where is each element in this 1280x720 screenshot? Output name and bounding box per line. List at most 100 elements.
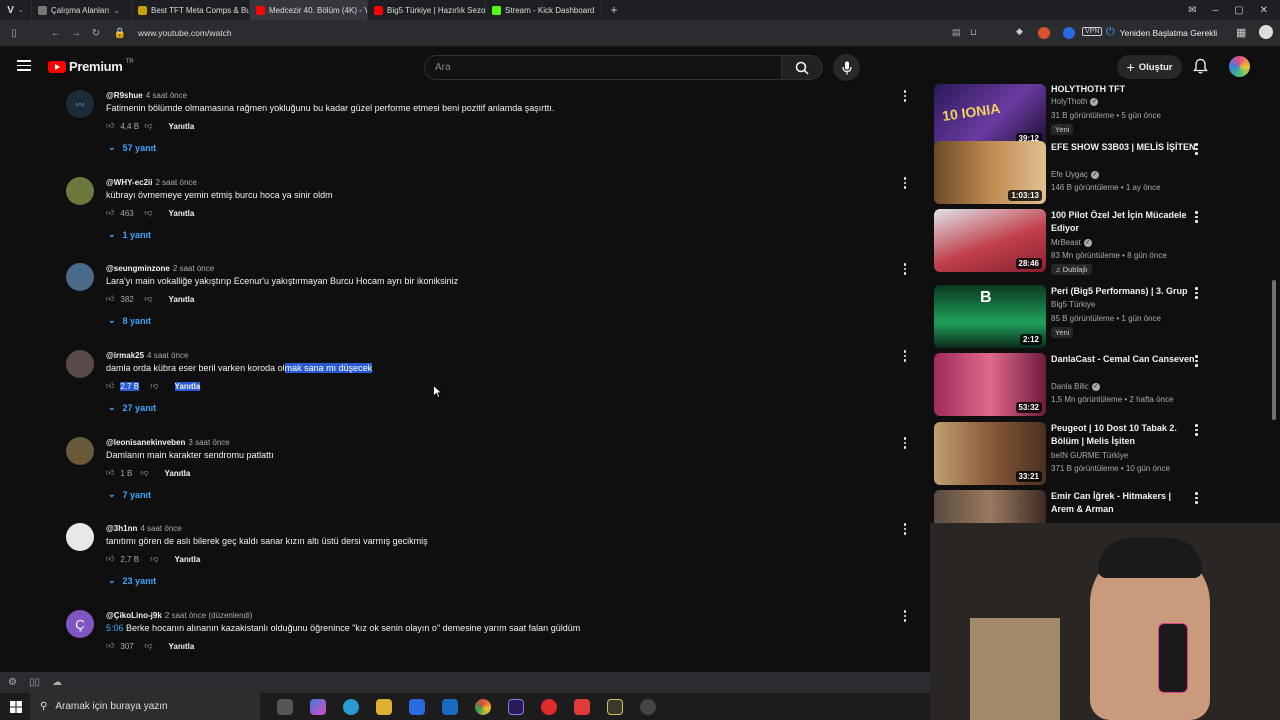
recommended-video[interactable]: 1:03:13 EFE SHOW S3B03 | MELİS İŞİTEN Ef…: [934, 141, 1206, 207]
obs-icon[interactable]: [640, 698, 656, 715]
avatar[interactable]: 〰: [66, 90, 94, 118]
video-thumbnail[interactable]: 10 IONIA 39:12: [934, 84, 1046, 147]
comment-menu-icon[interactable]: [902, 523, 908, 535]
comment-time[interactable]: 4 saat önce: [140, 524, 181, 533]
tab-workspaces[interactable]: Çalışma Alanları ⌄: [32, 0, 132, 20]
show-replies-button[interactable]: ⌄ 23 yanıt: [108, 575, 156, 586]
video-channel[interactable]: MrBeast ✓: [1051, 238, 1092, 247]
calendar-icon[interactable]: ▦: [1236, 26, 1246, 39]
show-replies-button[interactable]: ⌄ 7 yanıt: [108, 489, 151, 500]
video-menu-icon[interactable]: [1195, 211, 1198, 223]
store-icon[interactable]: [409, 698, 425, 715]
search-button[interactable]: [781, 55, 823, 80]
comment-menu-icon[interactable]: [902, 350, 908, 362]
close-icon[interactable]: ✕: [1260, 5, 1268, 16]
reply-button[interactable]: Yanıtla: [169, 122, 195, 131]
timestamp-link[interactable]: 5:06: [106, 623, 124, 633]
video-thumbnail[interactable]: [934, 490, 1046, 523]
dislike-icon[interactable]: 👎︎: [144, 208, 152, 218]
maximize-icon[interactable]: ▢: [1234, 5, 1243, 16]
restart-required-button[interactable]: ⏻ Yeniden Başlatma Gerekli: [1106, 26, 1217, 39]
show-replies-button[interactable]: ⌄ 27 yanıt: [108, 402, 156, 413]
search-input[interactable]: Ara: [424, 55, 782, 80]
app-icon[interactable]: [607, 698, 623, 715]
comment-author[interactable]: @R9shue 4 saat önce: [106, 91, 187, 100]
edge-icon[interactable]: [343, 698, 359, 715]
task-view-icon[interactable]: [277, 698, 293, 715]
extension-diamond-icon[interactable]: ◆: [1016, 26, 1023, 37]
video-channel[interactable]: Danla Bilic ✓: [1051, 382, 1100, 391]
like-icon[interactable]: 👍︎: [106, 468, 114, 478]
video-menu-icon[interactable]: [1195, 143, 1198, 155]
dislike-icon[interactable]: 👎︎: [150, 554, 158, 564]
dislike-icon[interactable]: 👎︎: [140, 468, 148, 478]
file-explorer-icon[interactable]: [376, 698, 392, 715]
like-icon[interactable]: 👍︎: [106, 294, 114, 304]
video-thumbnail[interactable]: B 2:12: [934, 285, 1046, 348]
reader-icon[interactable]: ▤: [952, 27, 961, 38]
video-thumbnail[interactable]: 1:03:13: [934, 141, 1046, 204]
create-button[interactable]: + Oluştur: [1117, 55, 1182, 79]
profile-icon[interactable]: [1259, 25, 1273, 39]
video-menu-icon[interactable]: [1195, 355, 1198, 367]
like-icon[interactable]: 👍︎: [106, 208, 114, 218]
show-replies-button[interactable]: ⌄ 1 yanıt: [108, 229, 151, 240]
premiere-icon[interactable]: [508, 698, 524, 715]
url-field[interactable]: www.youtube.com/watch: [138, 28, 232, 38]
back-icon[interactable]: ←: [46, 28, 66, 39]
like-icon[interactable]: 👍︎: [106, 121, 114, 131]
comment-time[interactable]: 4 saat önce: [147, 351, 188, 360]
youtube-premium-logo[interactable]: Premium TR: [48, 59, 134, 74]
browser-menu-button[interactable]: V ⌄: [0, 0, 32, 20]
dislike-icon[interactable]: 👎︎: [144, 121, 152, 131]
like-icon[interactable]: 👍︎: [106, 641, 114, 651]
reply-button[interactable]: Yanıtla: [169, 209, 195, 218]
settings-icon[interactable]: ⚙: [8, 677, 17, 688]
panel-toggle-icon[interactable]: ▯: [4, 28, 24, 39]
tab-tft-meta[interactable]: Best TFT Meta Comps & Bu: [132, 0, 250, 20]
comment-time[interactable]: 4 saat önce: [146, 91, 187, 100]
dislike-icon[interactable]: 👎︎: [144, 294, 152, 304]
dislike-icon[interactable]: 👎︎: [150, 381, 158, 391]
video-thumbnail[interactable]: 53:32: [934, 353, 1046, 416]
avatar[interactable]: [66, 437, 94, 465]
comment-menu-icon[interactable]: [902, 90, 908, 102]
comment-time[interactable]: 2 saat önce: [155, 178, 196, 187]
recommended-video[interactable]: 53:32 DanlaCast - Cemal Can Canseven Dan…: [934, 353, 1206, 419]
tab-kick-dashboard[interactable]: Stream - Kick Dashboard: [486, 0, 602, 20]
comment-author[interactable]: @leonisanekinveben 3 saat önce: [106, 438, 230, 447]
recommended-video[interactable]: 33:21 Peugeot | 10 Dost 10 Tabak 2. Bölü…: [934, 422, 1206, 488]
outlook-icon[interactable]: [442, 698, 458, 715]
video-menu-icon[interactable]: [1195, 492, 1198, 504]
avatar[interactable]: [66, 350, 94, 378]
show-replies-button[interactable]: ⌄ 57 yanıt: [108, 142, 156, 153]
mail-icon[interactable]: ✉: [1188, 5, 1196, 16]
tile-icon[interactable]: ▯▯: [29, 677, 40, 688]
video-thumbnail[interactable]: 33:21: [934, 422, 1046, 485]
recommended-video[interactable]: Emir Can İğrek - Hitmakers | Arem & Arma…: [934, 490, 1206, 523]
comment-author[interactable]: @irmak25 4 saat önce: [106, 351, 188, 360]
new-tab-button[interactable]: +: [602, 3, 626, 17]
comment-menu-icon[interactable]: [902, 263, 908, 275]
reply-button[interactable]: Yanıtla: [169, 642, 195, 651]
bookmark-icon[interactable]: ⊔: [970, 27, 977, 38]
page-scrollbar[interactable]: [1272, 280, 1276, 420]
vivaldi-taskbar-icon[interactable]: [574, 698, 590, 715]
reload-icon[interactable]: ↻: [86, 28, 106, 39]
avatar[interactable]: Ç: [66, 610, 94, 638]
like-icon[interactable]: 👍︎: [106, 554, 114, 564]
comment-time[interactable]: 2 saat önce (düzenlendi): [165, 611, 253, 620]
show-replies-button[interactable]: ⌄ 8 yanıt: [108, 315, 151, 326]
taskbar-search-input[interactable]: ⚲ Aramak için buraya yazın: [30, 693, 260, 720]
reply-button[interactable]: Yanıtla: [174, 381, 201, 391]
comment-menu-icon[interactable]: [902, 437, 908, 449]
avatar[interactable]: [66, 523, 94, 551]
cloud-icon[interactable]: ☁: [52, 677, 62, 688]
comment-author[interactable]: @3h1nn 4 saat önce: [106, 524, 182, 533]
video-thumbnail[interactable]: 28:46: [934, 209, 1046, 272]
comment-author[interactable]: @seungminzone 2 saat önce: [106, 264, 214, 273]
comment-author[interactable]: @ÇikoLino-j9k 2 saat önce (düzenlendi): [106, 611, 252, 620]
video-channel[interactable]: Efe Uygaç ✓: [1051, 170, 1099, 179]
extension-blue-icon[interactable]: [1063, 27, 1075, 39]
video-channel[interactable]: Big5 Türkiye: [1051, 300, 1095, 309]
